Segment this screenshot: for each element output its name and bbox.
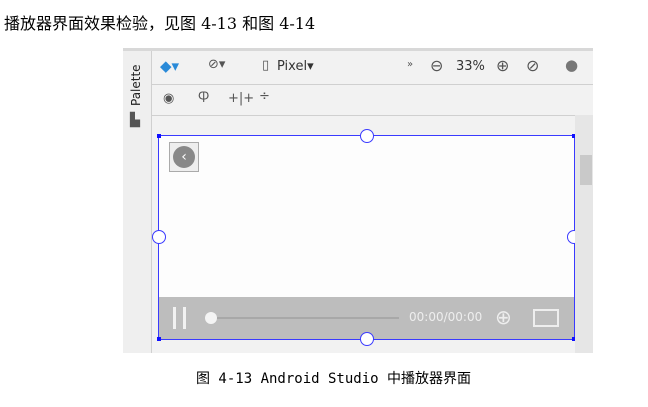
vertical-guides-icon[interactable]: ÷ [259, 89, 270, 104]
device-label: Pixel [277, 59, 308, 74]
palette-icon: ▙ [130, 113, 140, 128]
zoom-out-icon[interactable]: ⊖ [430, 56, 443, 75]
layout-canvas[interactable]: ‹ 00:00/00:00 ⊕ [152, 129, 581, 346]
seek-bar[interactable] [213, 317, 399, 319]
figure-caption: 图 4-13 Android Studio 中播放器界面 [196, 371, 472, 387]
zoom-in-icon[interactable]: ⊕ [496, 56, 509, 75]
time-display: 00:00/00:00 [409, 310, 483, 324]
screen-mode-icon[interactable] [533, 309, 559, 327]
warning-icon[interactable]: ● [565, 56, 578, 74]
constraint-toolbar: ◉ Ⴔ +|+ ÷ [152, 85, 593, 116]
eye-icon[interactable]: ◉ [163, 91, 174, 106]
constraint-handle-left[interactable] [152, 230, 166, 244]
overflow-icon[interactable]: » [407, 59, 413, 70]
layers-dropdown-icon[interactable]: ◆▾ [160, 57, 179, 75]
magnet-icon[interactable]: Ⴔ [198, 91, 209, 106]
design-toolbar: ◆▾ ⊘▾ ▯ Pixel▾ » ⊖ 33% ⊕ ⊘ ● [152, 51, 593, 85]
device-icon: ▯ [262, 58, 270, 73]
resize-handle[interactable] [157, 337, 161, 341]
back-arrow-icon: ‹ [173, 146, 195, 168]
seek-thumb[interactable] [205, 312, 217, 324]
pause-icon[interactable] [173, 307, 176, 329]
pause-icon-bar[interactable] [183, 307, 186, 329]
horizontal-guides-icon[interactable]: +|+ [228, 91, 254, 106]
constraint-handle-bottom[interactable] [360, 332, 374, 346]
body-text: 播放器界面效果检验，见图 4-13 和图 4-14 [4, 14, 316, 33]
globe-icon[interactable]: ⊕ [495, 305, 512, 329]
resize-handle[interactable] [157, 134, 161, 138]
constraint-handle-top[interactable] [360, 129, 374, 143]
back-button[interactable]: ‹ [169, 142, 199, 172]
zoom-level: 33% [456, 59, 485, 74]
vertical-scrollbar[interactable] [575, 115, 593, 353]
zoom-fit-icon[interactable]: ⊘ [526, 56, 539, 75]
palette-tab[interactable]: Palette [129, 64, 143, 106]
orientation-dropdown-icon[interactable]: ⊘▾ [208, 57, 225, 72]
palette-panel[interactable]: Palette ▙ [123, 51, 152, 353]
scrollbar-thumb[interactable] [580, 155, 592, 185]
android-studio-screenshot: Palette ▙ ◆▾ ⊘▾ ▯ Pixel▾ » ⊖ 33% ⊕ ⊘ ● ◉… [123, 48, 593, 353]
device-dropdown[interactable]: Pixel▾ [277, 59, 314, 74]
